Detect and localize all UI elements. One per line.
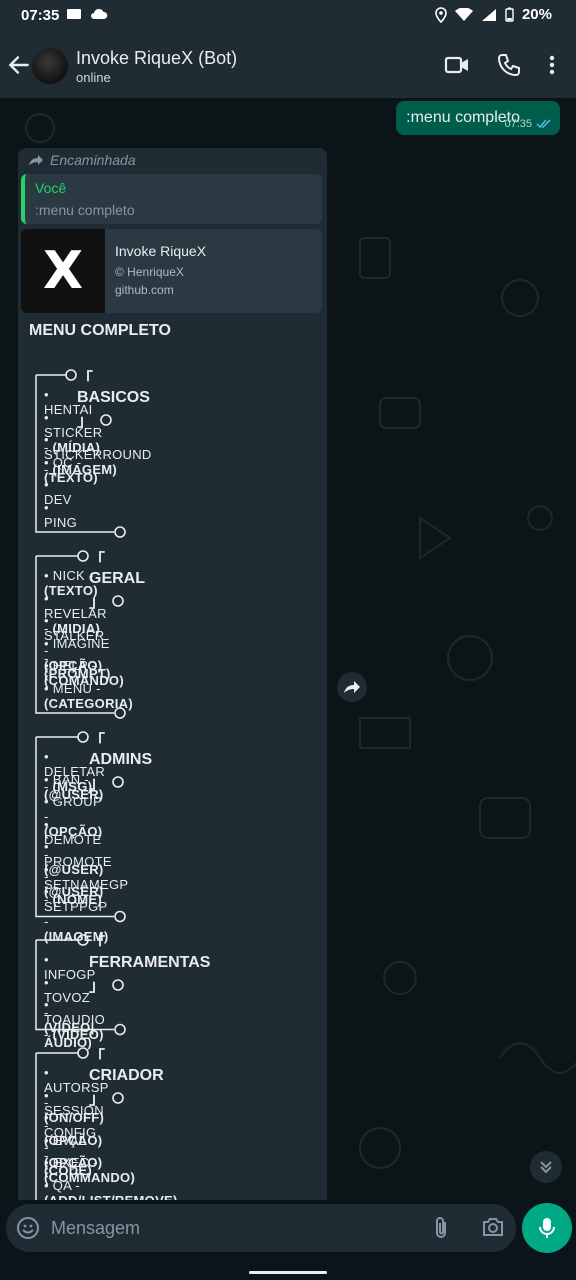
menu-item-command: NICK -: [52, 568, 94, 583]
menu-title: MENU COMPLETO: [29, 322, 171, 339]
avatar[interactable]: [32, 48, 68, 84]
video-call-icon[interactable]: [444, 52, 470, 78]
menu-item-argument: (CATEGORIA): [44, 695, 133, 711]
link-preview[interactable]: X Invoke RiqueX © HenriqueX github.com: [21, 229, 322, 313]
scroll-down-button[interactable]: [530, 1151, 562, 1183]
cloud-icon: [91, 8, 108, 19]
menu-item-command: HELP -: [52, 658, 97, 673]
battery-icon: [505, 7, 514, 22]
attach-icon[interactable]: [431, 1216, 451, 1240]
quoted-message[interactable]: Você :menu completo: [21, 174, 322, 224]
forwarded-text: Encaminhada: [50, 152, 136, 168]
menu-item-command: PING: [44, 514, 77, 530]
contact-status: online: [76, 70, 111, 85]
back-arrow-icon[interactable]: [6, 52, 32, 78]
menu-item: • MENU - (CATEGORIA): [44, 680, 133, 711]
link-description: © HenriqueX: [115, 265, 184, 279]
chat-header: Invoke RiqueX (Bot) online: [0, 32, 576, 98]
more-options-icon[interactable]: [540, 52, 564, 78]
wifi-icon: [454, 7, 473, 21]
x-logo: X: [42, 241, 84, 301]
link-title: Invoke RiqueX: [115, 243, 207, 259]
menu-item-argument: (VIDEO): [52, 1027, 104, 1042]
menu-item-argument: (ADD/LIST/REMOVE): [44, 1192, 178, 1201]
outgoing-message[interactable]: :menu completo 07:35: [396, 101, 560, 135]
section-circle-icon: [112, 979, 124, 991]
incoming-message[interactable]: Encaminhada Você :menu completo X Invoke…: [18, 148, 327, 1200]
message-placeholder: Mensagem: [51, 1218, 141, 1238]
quote-text: :menu completo: [35, 202, 135, 218]
status-time: 07:35: [21, 7, 60, 24]
menu-item: • QA - (ADD/LIST/REMOVE): [44, 1178, 178, 1201]
location-icon: [435, 6, 447, 23]
menu-item-command: QC -: [52, 454, 82, 470]
double-chevron-down-icon: [540, 1161, 552, 1174]
read-receipt-icon: [536, 119, 551, 129]
microphone-icon: [539, 1218, 555, 1238]
forwarded-label: Encaminhada: [28, 152, 136, 168]
notification-icon: [67, 9, 81, 19]
outgoing-message-text: :menu completo: [406, 109, 520, 126]
section-circle-icon: [112, 1092, 124, 1104]
forward-button[interactable]: [337, 672, 367, 702]
section-circle-icon: [112, 776, 124, 788]
battery-level: 20%: [521, 6, 552, 23]
section-circle-icon: [112, 595, 124, 607]
status-bar: 07:35 20%: [0, 0, 576, 32]
link-domain: github.com: [115, 283, 174, 297]
signal-icon: [481, 8, 496, 21]
chat-area[interactable]: :menu completo 07:35 Encaminhada Você :m…: [0, 98, 576, 1200]
menu-item-command: BAN -: [52, 771, 89, 787]
contact-name[interactable]: Invoke RiqueX (Bot): [76, 48, 237, 69]
message-input[interactable]: Mensagem: [6, 1204, 516, 1252]
menu-item-command: EXEC -: [52, 1155, 98, 1170]
emoji-icon[interactable]: [16, 1216, 40, 1240]
forwarded-icon: [29, 155, 43, 165]
outgoing-message-time: 07:35: [504, 118, 532, 130]
voice-call-icon[interactable]: [496, 52, 522, 78]
menu-item-command: QA -: [52, 1177, 80, 1193]
menu-item-command: SETPPGP -: [44, 899, 108, 929]
menu-item: • TOAUDIO - (VIDEO): [44, 997, 106, 1042]
menu-item: • PING: [44, 499, 77, 530]
menu-section-title: 「 FERRAMENTAS 」: [89, 936, 211, 995]
composer: Mensagem: [0, 1200, 576, 1280]
camera-icon[interactable]: [481, 1216, 505, 1238]
quote-author: Você: [35, 180, 67, 196]
link-thumbnail: X: [21, 229, 105, 313]
forward-icon: [344, 681, 360, 693]
voice-record-button[interactable]: [522, 1203, 572, 1253]
home-indicator: [249, 1271, 327, 1274]
menu-item-command: MENU -: [52, 680, 101, 696]
